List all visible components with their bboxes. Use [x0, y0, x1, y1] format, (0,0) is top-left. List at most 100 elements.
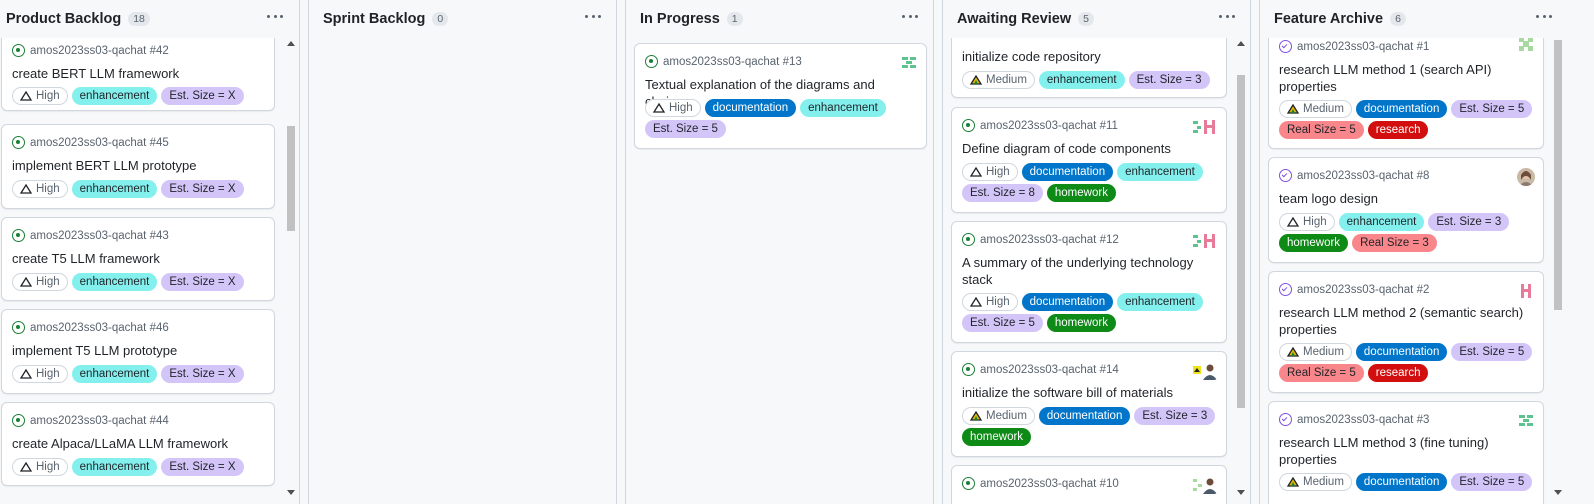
issue-card[interactable]: amos2023ss03-qachat #12 A summary of the… — [951, 221, 1227, 343]
label-documentation[interactable]: documentation — [1038, 407, 1131, 425]
issue-card[interactable]: amos2023ss03-qachat #11 Define diagram o… — [951, 107, 1227, 213]
issue-ref[interactable]: amos2023ss03-qachat #42 — [30, 45, 169, 57]
scroll-down-icon[interactable] — [1554, 490, 1562, 495]
issue-card[interactable]: amos2023ss03-qachat #13 Textual explanat… — [634, 43, 927, 149]
assignee-avatar[interactable] — [1517, 38, 1535, 53]
card-title[interactable]: initialize the software bill of material… — [962, 384, 1216, 401]
label-est-size[interactable]: Est. Size = 8 — [962, 184, 1043, 202]
label-documentation[interactable]: documentation — [1021, 163, 1114, 181]
card-title[interactable]: create T5 LLM framework — [12, 250, 264, 267]
issue-ref[interactable]: amos2023ss03-qachat #43 — [30, 230, 169, 242]
label-enhancement[interactable]: enhancement — [1338, 213, 1425, 231]
issue-ref[interactable]: amos2023ss03-qachat #12 — [980, 234, 1119, 246]
card-title[interactable]: implement T5 LLM prototype — [12, 342, 264, 359]
assignee-avatar[interactable] — [1192, 232, 1218, 250]
scroll-down-icon[interactable] — [1237, 490, 1245, 495]
card-title[interactable]: initialize code repository — [962, 48, 1216, 65]
issue-card[interactable]: amos2023ss03-qachat #3 research LLM meth… — [1268, 401, 1544, 504]
label-est-size[interactable]: Est. Size = 3 — [1428, 213, 1510, 231]
card-title[interactable]: Define diagram of code components — [962, 140, 1216, 157]
label-research[interactable]: research — [1367, 364, 1429, 382]
issue-ref[interactable]: amos2023ss03-qachat #45 — [30, 137, 169, 149]
scrollbar-thumb[interactable] — [287, 126, 295, 231]
issue-ref[interactable]: amos2023ss03-qachat #10 — [980, 478, 1119, 490]
issue-card[interactable]: amos2023ss03-qachat #1 research LLM meth… — [1268, 38, 1544, 149]
scroll-down-icon[interactable] — [287, 490, 295, 495]
label-documentation[interactable]: documentation — [1021, 293, 1114, 311]
assignee-avatar[interactable] — [1517, 282, 1535, 300]
label-est-size[interactable]: Est. Size = 5 — [1451, 100, 1533, 118]
card-title[interactable]: team logo design — [1279, 190, 1533, 207]
label-homework[interactable]: homework — [1046, 184, 1116, 202]
label-documentation[interactable]: documentation — [1355, 100, 1448, 118]
scrollbar-thumb[interactable] — [1237, 75, 1245, 408]
issue-ref[interactable]: amos2023ss03-qachat #1 — [1297, 41, 1429, 53]
issue-card[interactable]: amos2023ss03-qachat #45 implement BERT L… — [1, 124, 275, 209]
label-real-size[interactable]: Real Size = 3 — [1352, 234, 1437, 252]
issue-card[interactable]: initialize code repository Medium enhanc… — [951, 38, 1227, 98]
label-est-size[interactable]: Est. Size = X — [161, 87, 244, 105]
label-real-size[interactable]: Real Size = 5 — [1279, 364, 1364, 382]
card-title[interactable]: research LLM method 3 (fine tuning) prop… — [1279, 434, 1533, 468]
label-enhancement[interactable]: enhancement — [71, 180, 158, 198]
label-est-size[interactable]: Est. Size = 5 — [1451, 473, 1533, 491]
issue-ref[interactable]: amos2023ss03-qachat #46 — [30, 322, 169, 334]
issue-ref[interactable]: amos2023ss03-qachat #13 — [663, 56, 802, 68]
issue-card[interactable]: amos2023ss03-qachat #14 initialize the s… — [951, 351, 1227, 457]
assignee-avatar[interactable] — [1517, 168, 1535, 186]
scroll-up-icon[interactable] — [1237, 41, 1245, 46]
label-enhancement[interactable]: enhancement — [1038, 71, 1125, 89]
label-enhancement[interactable]: enhancement — [1117, 163, 1203, 181]
label-documentation[interactable]: documentation — [1355, 343, 1448, 361]
label-homework[interactable]: homework — [1046, 314, 1116, 332]
column-menu-icon[interactable] — [581, 8, 605, 24]
issue-ref[interactable]: amos2023ss03-qachat #8 — [1297, 170, 1429, 182]
issue-card[interactable]: amos2023ss03-qachat #2 research LLM meth… — [1268, 271, 1544, 393]
issue-ref[interactable]: amos2023ss03-qachat #44 — [30, 415, 169, 427]
issue-ref[interactable]: amos2023ss03-qachat #3 — [1297, 414, 1429, 426]
card-title[interactable]: create Alpaca/LLaMA LLM framework — [12, 435, 264, 452]
issue-card[interactable]: amos2023ss03-qachat #42 create BERT LLM … — [1, 38, 275, 111]
assignee-avatar[interactable] — [1517, 412, 1535, 430]
label-research[interactable]: research — [1367, 121, 1429, 139]
column-menu-icon[interactable] — [898, 8, 922, 24]
card-title[interactable]: create BERT LLM framework — [12, 65, 264, 82]
card-title[interactable]: research LLM method 2 (semantic search) … — [1279, 304, 1533, 338]
issue-card[interactable]: amos2023ss03-qachat #8 team logo design … — [1268, 157, 1544, 263]
issue-ref[interactable]: amos2023ss03-qachat #11 — [980, 120, 1118, 132]
label-est-size[interactable]: Est. Size = X — [161, 180, 244, 198]
label-est-size[interactable]: Est. Size = 3 — [1128, 71, 1210, 89]
card-title[interactable]: A summary of the underlying technology s… — [962, 254, 1216, 288]
label-documentation[interactable]: documentation — [1355, 473, 1448, 491]
label-est-size[interactable]: Est. Size = X — [161, 458, 244, 476]
issue-card[interactable]: amos2023ss03-qachat #10 — [951, 465, 1227, 504]
label-enhancement[interactable]: enhancement — [1117, 293, 1203, 311]
column-menu-icon[interactable] — [1215, 8, 1239, 24]
issue-ref[interactable]: amos2023ss03-qachat #2 — [1297, 284, 1429, 296]
column-scrollbar[interactable] — [1234, 38, 1248, 498]
issue-card[interactable]: amos2023ss03-qachat #46 implement T5 LLM… — [1, 309, 275, 394]
column-menu-icon[interactable] — [263, 8, 287, 24]
label-est-size[interactable]: Est. Size = 5 — [645, 120, 726, 138]
column-scrollbar[interactable] — [1551, 38, 1565, 498]
label-est-size[interactable]: Est. Size = 3 — [1134, 407, 1216, 425]
assignee-avatar[interactable] — [900, 54, 918, 72]
label-homework[interactable]: homework — [962, 428, 1032, 446]
column-scrollbar[interactable] — [284, 38, 298, 498]
label-est-size[interactable]: Est. Size = 5 — [962, 314, 1043, 332]
card-title[interactable]: research LLM method 1 (search API) prope… — [1279, 61, 1533, 95]
label-est-size[interactable]: Est. Size = 5 — [1451, 343, 1533, 361]
label-documentation[interactable]: documentation — [704, 99, 797, 117]
label-est-size[interactable]: Est. Size = X — [161, 365, 244, 383]
label-enhancement[interactable]: enhancement — [71, 273, 158, 291]
column-menu-icon[interactable] — [1532, 8, 1556, 24]
assignee-avatar[interactable] — [1192, 362, 1218, 380]
label-enhancement[interactable]: enhancement — [800, 99, 886, 117]
label-enhancement[interactable]: enhancement — [71, 87, 158, 105]
assignee-avatar[interactable] — [1192, 118, 1218, 136]
scroll-up-icon[interactable] — [287, 41, 295, 46]
scrollbar-thumb[interactable] — [1554, 40, 1562, 310]
issue-card[interactable]: amos2023ss03-qachat #43 create T5 LLM fr… — [1, 217, 275, 301]
card-title[interactable]: implement BERT LLM prototype — [12, 157, 264, 174]
label-est-size[interactable]: Est. Size = X — [161, 273, 244, 291]
